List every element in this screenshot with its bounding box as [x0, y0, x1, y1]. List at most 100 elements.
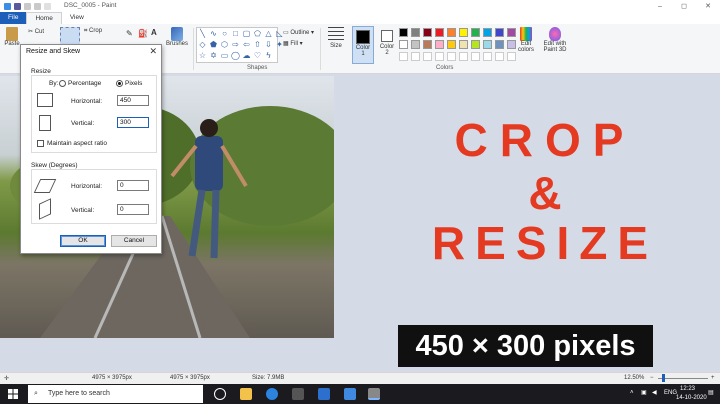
palette-empty-swatch[interactable]: [411, 52, 420, 61]
tab-file[interactable]: File: [0, 12, 27, 24]
close-button[interactable]: ✕: [696, 0, 720, 12]
palette-color-swatch[interactable]: [471, 28, 480, 37]
palette-empty-swatch[interactable]: [399, 52, 408, 61]
palette-color-swatch[interactable]: [411, 40, 420, 49]
cut-button[interactable]: ✂ Cut: [28, 28, 44, 35]
pentagon-shape-icon[interactable]: ⬟: [209, 40, 218, 49]
arrow-down-shape-icon[interactable]: ⇩: [264, 40, 273, 49]
taskbar-search-box[interactable]: ⌕ Type here to search: [28, 385, 203, 403]
palette-color-swatch[interactable]: [495, 40, 504, 49]
color2-button[interactable]: Color 2: [377, 26, 397, 56]
palette-empty-swatch[interactable]: [435, 52, 444, 61]
undo-icon[interactable]: [24, 2, 31, 10]
skew-vertical-input[interactable]: [117, 204, 149, 215]
palette-color-swatch[interactable]: [435, 40, 444, 49]
triangle-shape-icon[interactable]: △: [264, 29, 273, 38]
line-shape-icon[interactable]: ╲: [198, 29, 207, 38]
color1-button[interactable]: Color 1: [352, 26, 374, 64]
zoom-in-icon[interactable]: +: [711, 375, 715, 381]
palette-empty-swatch[interactable]: [423, 52, 432, 61]
arrow-right-shape-icon[interactable]: ⇨: [231, 40, 240, 49]
edge-browser-icon[interactable]: [266, 388, 278, 400]
cloud-shape-icon[interactable]: ☁: [242, 51, 251, 60]
palette-color-swatch[interactable]: [423, 40, 432, 49]
palette-empty-swatch[interactable]: [495, 52, 504, 61]
redo-icon[interactable]: [34, 2, 41, 10]
volume-icon[interactable]: ◀: [652, 389, 657, 396]
windows-start-icon[interactable]: [8, 389, 18, 399]
zoom-slider[interactable]: [658, 378, 708, 379]
fill-dropdown[interactable]: ▦ Fill ▾: [283, 40, 303, 47]
palette-empty-swatch[interactable]: [471, 52, 480, 61]
palette-color-swatch[interactable]: [411, 28, 420, 37]
network-icon[interactable]: ▣: [641, 389, 647, 396]
callout-rect-shape-icon[interactable]: ▭: [220, 51, 229, 60]
mail-icon[interactable]: [318, 388, 330, 400]
palette-empty-swatch[interactable]: [507, 52, 516, 61]
ok-button[interactable]: OK: [60, 235, 106, 247]
palette-color-swatch[interactable]: [459, 28, 468, 37]
palette-color-swatch[interactable]: [471, 40, 480, 49]
maintain-aspect-checkbox[interactable]: [37, 140, 44, 147]
palette-color-swatch[interactable]: [399, 40, 408, 49]
tab-view[interactable]: View: [62, 12, 92, 24]
palette-empty-swatch[interactable]: [459, 52, 468, 61]
text-tool-button[interactable]: A: [151, 28, 157, 37]
star6-shape-icon[interactable]: ✡: [209, 51, 218, 60]
arrow-left-shape-icon[interactable]: ⇦: [242, 40, 251, 49]
tab-home[interactable]: Home: [26, 12, 62, 24]
palette-empty-swatch[interactable]: [447, 52, 456, 61]
heart-shape-icon[interactable]: ♡: [253, 51, 262, 60]
maximize-button[interactable]: ◻: [672, 0, 696, 12]
palette-empty-swatch[interactable]: [483, 52, 492, 61]
lightning-shape-icon[interactable]: ϟ: [264, 51, 273, 60]
diamond-shape-icon[interactable]: ◇: [198, 40, 207, 49]
file-explorer-icon[interactable]: [240, 388, 252, 400]
cancel-button[interactable]: Cancel: [111, 235, 157, 247]
brushes-button[interactable]: Brushes: [165, 27, 189, 47]
palette-color-swatch[interactable]: [495, 28, 504, 37]
task-view-icon[interactable]: [214, 388, 226, 400]
percentage-radio[interactable]: [59, 80, 66, 87]
palette-color-swatch[interactable]: [399, 28, 408, 37]
edit-colors-button[interactable]: Edit colors: [514, 27, 538, 53]
size-button[interactable]: Size: [326, 27, 346, 49]
notifications-icon[interactable]: ▤: [708, 389, 714, 396]
rectangle-shape-icon[interactable]: □: [231, 29, 240, 38]
palette-color-swatch[interactable]: [483, 40, 492, 49]
clock-time[interactable]: 12:23: [680, 386, 695, 392]
paste-button[interactable]: Paste: [3, 27, 21, 59]
customize-chevron-icon[interactable]: [44, 2, 51, 10]
shapes-gallery[interactable]: ╲ ∿ ○ □ ▢ ⬠ △ ◺ ◇ ⬟ ⬡ ⇨ ⇦ ⇧ ⇩ ✦ ☆ ✡ ▭ ◯ …: [196, 27, 283, 63]
outline-dropdown[interactable]: ▭ Outline ▾: [283, 29, 314, 36]
rounded-rect-shape-icon[interactable]: ▢: [242, 29, 251, 38]
hexagon-shape-icon[interactable]: ⬡: [220, 40, 229, 49]
curve-shape-icon[interactable]: ∿: [209, 29, 218, 38]
palette-color-swatch[interactable]: [459, 40, 468, 49]
minimize-button[interactable]: –: [648, 0, 672, 12]
star5-shape-icon[interactable]: ☆: [198, 51, 207, 60]
skew-horizontal-input[interactable]: [117, 180, 149, 191]
pencil-tool-button[interactable]: ✎: [126, 29, 133, 38]
palette-color-swatch[interactable]: [483, 28, 492, 37]
polygon-shape-icon[interactable]: ⬠: [253, 29, 262, 38]
edit-with-paint3d-button[interactable]: Edit with Paint 3D: [540, 27, 570, 53]
dialog-close-icon[interactable]: ✕: [149, 46, 157, 57]
clock-date[interactable]: 14-10-2020: [676, 395, 707, 401]
pixels-radio[interactable]: [116, 80, 123, 87]
arrow-up-shape-icon[interactable]: ⇧: [253, 40, 262, 49]
mail-icon[interactable]: [344, 388, 356, 400]
oval-shape-icon[interactable]: ○: [220, 29, 229, 38]
palette-color-swatch[interactable]: [435, 28, 444, 37]
store-icon[interactable]: [292, 388, 304, 400]
save-icon[interactable]: [14, 2, 21, 10]
zoom-out-icon[interactable]: −: [650, 375, 654, 381]
resize-vertical-input[interactable]: [117, 117, 149, 128]
crop-button[interactable]: ⌗ Crop: [84, 28, 102, 35]
palette-color-swatch[interactable]: [447, 28, 456, 37]
palette-color-swatch[interactable]: [423, 28, 432, 37]
zoom-slider-thumb[interactable]: [662, 374, 665, 382]
resize-horizontal-input[interactable]: [117, 95, 149, 106]
tray-chevron-icon[interactable]: ˄: [630, 390, 634, 396]
callout-oval-shape-icon[interactable]: ◯: [231, 51, 240, 60]
